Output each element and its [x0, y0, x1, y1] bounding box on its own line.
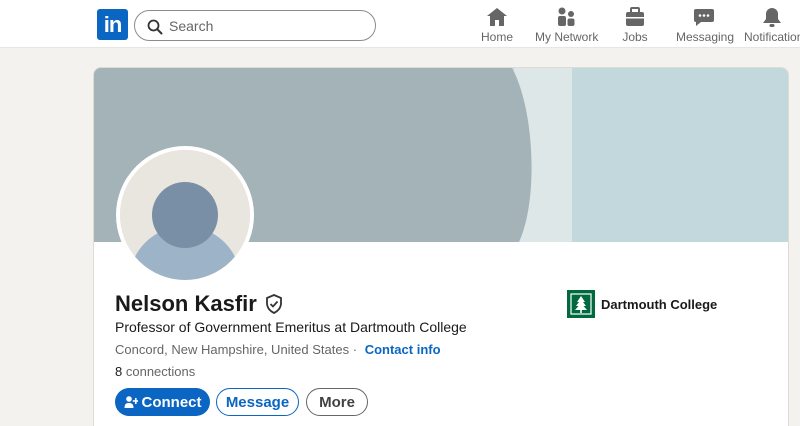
connect-button-label: Connect	[141, 393, 202, 411]
top-navigation-bar: in Home My Network Jobs	[0, 0, 800, 48]
nav-my-network-label: My Network	[535, 30, 599, 44]
nav-messaging-label: Messaging	[676, 30, 735, 44]
nav-my-network[interactable]: My Network	[535, 6, 599, 46]
organization-name: Dartmouth College	[601, 296, 718, 312]
search-icon	[147, 19, 163, 35]
search-input[interactable]	[169, 14, 369, 38]
home-icon	[487, 8, 507, 26]
verified-shield-icon[interactable]	[265, 294, 283, 314]
name-row: Nelson Kasfir	[115, 291, 283, 317]
message-button-label: Message	[225, 393, 290, 411]
connect-button[interactable]: Connect	[115, 388, 210, 416]
nav-home-label: Home	[480, 30, 513, 44]
default-avatar-silhouette-icon	[120, 150, 250, 280]
connections-count[interactable]: 8 connections	[115, 364, 195, 379]
current-organization[interactable]: Dartmouth College	[567, 290, 717, 318]
profile-avatar[interactable]	[116, 146, 254, 284]
my-network-icon	[558, 7, 575, 26]
linkedin-logo[interactable]: in	[97, 9, 128, 40]
separator-dot: ·	[352, 342, 358, 357]
nav-jobs[interactable]: Jobs	[620, 6, 650, 46]
profile-card: Nelson Kasfir Professor of Government Em…	[93, 67, 789, 426]
more-button-label: More	[319, 393, 355, 411]
profile-name: Nelson Kasfir	[115, 291, 257, 316]
nav-notifications[interactable]: Notifications	[742, 6, 800, 46]
location-row: Concord, New Hampshire, United States · …	[115, 342, 441, 357]
nav-jobs-label: Jobs	[622, 30, 648, 44]
messaging-icon	[694, 9, 714, 26]
bell-icon	[763, 8, 781, 27]
nav-home[interactable]: Home	[479, 6, 515, 46]
pine-tree-icon	[570, 293, 592, 315]
dartmouth-logo	[567, 290, 595, 318]
connections-label: connections	[125, 364, 196, 379]
connections-number: 8	[115, 364, 123, 379]
nav-messaging[interactable]: Messaging	[676, 6, 735, 46]
more-button[interactable]: More	[306, 388, 368, 416]
jobs-icon	[626, 7, 644, 26]
contact-info-link[interactable]: Contact info	[365, 342, 441, 357]
profile-headline: Professor of Government Emeritus at Dart…	[115, 319, 467, 335]
add-person-icon	[124, 396, 138, 408]
nav-notifications-label: Notifications	[744, 30, 800, 44]
profile-location: Concord, New Hampshire, United States	[115, 342, 350, 357]
message-button[interactable]: Message	[216, 388, 299, 416]
search-box[interactable]	[134, 10, 376, 41]
